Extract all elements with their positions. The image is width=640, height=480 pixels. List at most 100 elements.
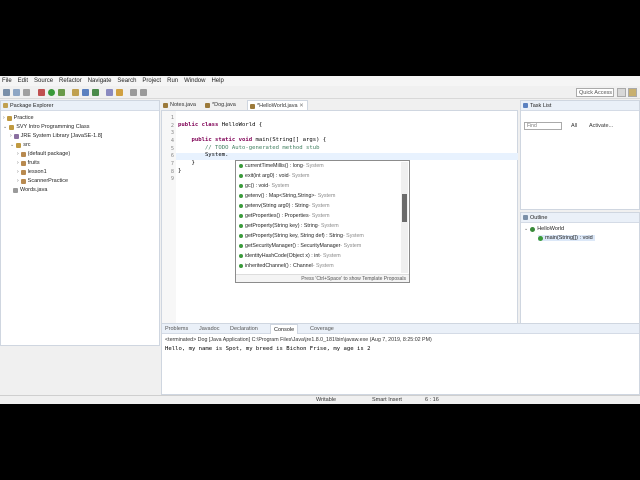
new-class-icon[interactable] <box>92 89 99 96</box>
code-line: } <box>178 168 182 174</box>
task-list-panel: Task List Find All Activate... <box>520 100 640 210</box>
project-icon <box>9 124 15 130</box>
package-icon <box>20 160 26 166</box>
status-bar: Writable Smart Insert 6 : 16 <box>0 395 640 404</box>
tab-console[interactable]: Console <box>270 324 299 334</box>
tab-notes-java[interactable]: Notes.java <box>161 100 199 110</box>
list-item[interactable]: getenv() : Map<String,String> - System <box>239 193 335 199</box>
tab-coverage[interactable]: Coverage <box>310 326 334 332</box>
line-number: 6 <box>170 153 174 159</box>
toolbar <box>0 86 640 99</box>
tree-item[interactable]: › JRE System Library [JavaSE-1.8] <box>10 133 102 139</box>
list-item[interactable]: currentTimeMillis() : long - System <box>239 163 324 169</box>
tab-declaration[interactable]: Declaration <box>230 326 258 332</box>
list-item[interactable]: getProperty(String key) : String - Syste… <box>239 223 339 229</box>
coverage-icon[interactable] <box>58 89 65 96</box>
status-insert-mode: Smart Insert <box>372 397 402 403</box>
quick-access-field[interactable]: Quick Access <box>576 88 614 97</box>
tree-item[interactable]: ⌄ SVY Intro Programming Class <box>3 124 89 130</box>
debug-icon[interactable] <box>38 89 45 96</box>
library-icon <box>13 133 19 139</box>
tree-item[interactable]: › Practice <box>3 115 34 121</box>
bottom-tab-bar: Problems Javadoc Declaration Console Cov… <box>162 324 639 334</box>
perspective-icon[interactable] <box>617 88 626 97</box>
print-icon[interactable] <box>23 89 30 96</box>
tree-item[interactable]: Words.java <box>13 187 47 193</box>
package-explorer-header: Package Explorer <box>1 101 159 111</box>
tree-item[interactable]: › (default package) <box>17 151 70 157</box>
list-item[interactable]: getSecurityManager() : SecurityManager -… <box>239 243 361 249</box>
menu-bar: File Edit Source Refactor Navigate Searc… <box>0 76 640 86</box>
menu-run[interactable]: Run <box>167 78 178 84</box>
outline-method[interactable]: main(String[]) : void <box>538 235 595 241</box>
content-assist-scrollbar[interactable] <box>401 162 408 273</box>
tree-item[interactable]: › lesson1 <box>17 169 47 175</box>
project-icon <box>6 115 12 121</box>
console-output: Hello, my name is Spot, my breed is Bich… <box>165 346 371 352</box>
menu-help[interactable]: Help <box>211 78 223 84</box>
new-java-project-icon[interactable] <box>72 89 79 96</box>
menu-window[interactable]: Window <box>184 78 205 84</box>
tab-helloworld-java[interactable]: *HelloWorld.java ✕ <box>247 100 308 110</box>
new-icon[interactable] <box>3 89 10 96</box>
outline-icon <box>523 215 528 220</box>
menu-navigate[interactable]: Navigate <box>88 78 112 84</box>
tab-problems[interactable]: Problems <box>165 326 188 332</box>
menu-search[interactable]: Search <box>117 78 136 84</box>
java-perspective-icon[interactable] <box>628 88 637 97</box>
tree-item[interactable]: ⌄ src <box>10 142 31 148</box>
line-number: 2 <box>170 123 174 129</box>
code-line: public static void main(String[] args) { <box>191 137 327 143</box>
open-type-icon[interactable] <box>106 89 113 96</box>
back-icon[interactable] <box>130 89 137 96</box>
task-list-header: Task List <box>521 101 639 111</box>
package-explorer-icon <box>3 103 8 108</box>
line-number: 9 <box>170 176 174 182</box>
list-item[interactable]: exit(int arg0) : void - System <box>239 173 309 179</box>
eclipse-window: File Edit Source Refactor Navigate Searc… <box>0 76 640 404</box>
list-item[interactable]: inheritedChannel() : Channel - System <box>239 263 334 269</box>
task-list-title[interactable]: Task List <box>530 103 551 109</box>
tree-item[interactable]: › ScannerPractice <box>17 178 68 184</box>
outline-title[interactable]: Outline <box>530 215 547 221</box>
menu-source[interactable]: Source <box>34 78 53 84</box>
activate-link[interactable]: Activate... <box>589 123 613 129</box>
package-icon <box>20 151 26 157</box>
status-writable: Writable <box>316 397 337 403</box>
template-proposals-hint: Press 'Ctrl+Space' to show Template Prop… <box>301 276 406 282</box>
filter-all[interactable]: All <box>571 123 577 129</box>
close-icon: ✕ <box>299 103 304 109</box>
menu-refactor[interactable]: Refactor <box>59 78 82 84</box>
content-assist-footer: Press 'Ctrl+Space' to show Template Prop… <box>236 274 409 282</box>
package-explorer-title[interactable]: Package Explorer <box>10 103 53 109</box>
menu-file[interactable]: File <box>2 78 12 84</box>
list-item[interactable]: identityHashCode(Object x) : int - Syste… <box>239 253 341 259</box>
tree-item[interactable]: › fruits <box>17 160 40 166</box>
list-item[interactable]: getProperties() : Properties - System <box>239 213 330 219</box>
scrollbar-thumb[interactable] <box>402 194 407 222</box>
list-item[interactable]: gc() : void - System <box>239 183 289 189</box>
task-find-input[interactable]: Find <box>524 122 562 130</box>
line-number: 1 <box>170 115 174 121</box>
code-line: public class HelloWorld { <box>178 122 263 128</box>
menu-edit[interactable]: Edit <box>18 78 28 84</box>
editor-tab-bar: Notes.java *Dog.java *HelloWorld.java ✕ <box>161 100 518 110</box>
list-item[interactable]: getenv(String arg0) : String - System <box>239 203 330 209</box>
outline-class[interactable]: ⌄ HelloWorld <box>524 226 564 232</box>
line-number: 7 <box>170 161 174 167</box>
outline-header: Outline <box>521 213 639 223</box>
menu-project[interactable]: Project <box>142 78 161 84</box>
list-item[interactable]: getProperty(String key, String def) : St… <box>239 233 364 239</box>
console-terminated-line: <terminated> Dog [Java Application] C:\P… <box>165 337 432 343</box>
tab-dog-java[interactable]: *Dog.java <box>203 100 239 110</box>
package-explorer-panel: Package Explorer › Practice ⌄ SVY Intro … <box>0 100 160 346</box>
content-assist-popup: currentTimeMillis() : long - System exit… <box>235 160 410 283</box>
forward-icon[interactable] <box>140 89 147 96</box>
save-icon[interactable] <box>13 89 20 96</box>
code-line: System. <box>178 152 229 158</box>
line-number: 8 <box>170 169 174 175</box>
tab-javadoc[interactable]: Javadoc <box>199 326 220 332</box>
search-icon[interactable] <box>116 89 123 96</box>
run-icon[interactable] <box>48 89 55 96</box>
new-package-icon[interactable] <box>82 89 89 96</box>
